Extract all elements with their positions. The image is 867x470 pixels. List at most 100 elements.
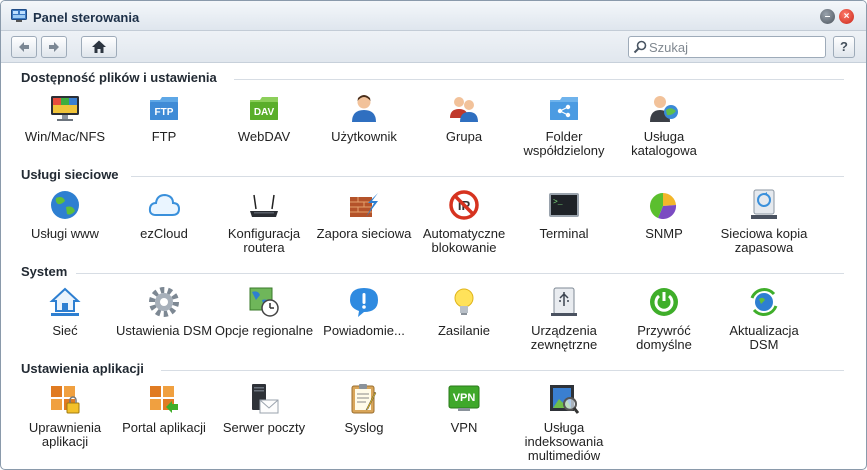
item-label: Win/Mac/NFS xyxy=(24,129,106,144)
item-regional-options[interactable]: Opcje regionalne xyxy=(214,286,314,374)
section-divider xyxy=(161,370,844,371)
item-app-portal[interactable]: Portal aplikacji xyxy=(114,383,214,469)
item-ezcloud[interactable]: ezCloud xyxy=(114,189,214,277)
item-label: Opcje regionalne xyxy=(214,323,314,338)
section-divider xyxy=(234,79,844,80)
back-button[interactable] xyxy=(11,36,37,58)
svg-text:FTP: FTP xyxy=(155,107,174,118)
control-panel-icon xyxy=(11,9,27,22)
item-firewall[interactable]: Zapora sieciowa xyxy=(314,189,414,277)
svg-text:DAV: DAV xyxy=(254,107,275,118)
media-index-icon xyxy=(550,385,580,414)
item-label: WebDAV xyxy=(237,129,291,144)
item-label: Usługa katalogowa xyxy=(631,129,697,158)
section-divider xyxy=(76,273,844,274)
item-router-config[interactable]: Konfiguracja routera xyxy=(214,189,314,277)
item-mail-server[interactable]: Serwer poczty xyxy=(214,383,314,469)
item-dsm-update[interactable]: Aktualizacja DSM xyxy=(714,286,814,374)
minimize-button[interactable]: – xyxy=(820,9,835,24)
block-icon: IP xyxy=(449,190,479,220)
item-network-backup[interactable]: Sieciowa kopia zapasowa xyxy=(714,189,814,277)
item-notifications[interactable]: Powiadomie... xyxy=(314,286,414,374)
svg-text:VPN: VPN xyxy=(453,392,476,404)
item-user[interactable]: Użytkownik xyxy=(314,92,414,180)
item-label: Usługi www xyxy=(31,226,99,241)
item-directory-service[interactable]: Usługa katalogowa xyxy=(614,92,714,180)
window-title: Panel sterowania xyxy=(33,10,140,25)
arrow-left-icon xyxy=(19,42,29,52)
section-title-system: System xyxy=(21,264,68,279)
clipboard-icon xyxy=(351,384,377,414)
app-privileges-icon xyxy=(51,386,80,414)
section-divider xyxy=(131,176,844,177)
item-label: Portal aplikacji xyxy=(122,420,206,435)
item-label: Folder współdzielony xyxy=(523,129,605,158)
search-box[interactable] xyxy=(628,36,826,58)
usb-drive-icon xyxy=(551,287,577,316)
arrow-right-icon xyxy=(49,42,59,52)
section-title-app-settings: Ustawienia aplikacji xyxy=(21,361,144,376)
item-label: Usługa indeksowania multimediów xyxy=(524,420,604,463)
info-bubble-icon xyxy=(350,288,378,317)
network-backup-icon xyxy=(751,189,777,219)
item-label: Ustawienia DSM xyxy=(115,323,213,338)
item-label: SNMP xyxy=(645,226,683,241)
pie-chart-icon xyxy=(650,192,677,220)
item-terminal[interactable]: >_ Terminal xyxy=(514,189,614,277)
firewall-icon xyxy=(350,193,378,217)
title-bar[interactable]: Panel sterowania – × xyxy=(1,1,866,31)
item-ftp[interactable]: FTP FTP xyxy=(114,92,214,180)
item-label: Sieciowa kopia zapasowa xyxy=(720,226,808,255)
item-label: VPN xyxy=(450,420,478,435)
item-label: FTP xyxy=(151,129,177,144)
item-label: Powiadomie... xyxy=(323,323,405,338)
power-reset-icon xyxy=(650,288,678,316)
item-label: Urządzenia zewnętrzne xyxy=(530,323,598,352)
help-button[interactable]: ? xyxy=(833,36,855,58)
item-label: Konfiguracja routera xyxy=(227,226,301,255)
item-label: Terminal xyxy=(539,226,589,241)
close-button[interactable]: × xyxy=(839,9,854,24)
cloud-icon xyxy=(148,193,180,216)
ftp-folder-icon: FTP xyxy=(150,97,178,120)
gear-icon xyxy=(149,287,179,317)
directory-service-icon xyxy=(650,96,678,122)
group-icon xyxy=(450,97,478,122)
control-panel-window: Panel sterowania – × ? xyxy=(0,0,867,470)
router-icon xyxy=(250,194,278,217)
network-home-icon xyxy=(49,287,81,316)
terminal-icon: >_ xyxy=(549,193,579,217)
item-power[interactable]: Zasilanie xyxy=(414,286,514,374)
item-restore-defaults[interactable]: Przywróć domyślne xyxy=(614,286,714,374)
item-webdav[interactable]: DAV WebDAV xyxy=(214,92,314,180)
app-portal-icon xyxy=(150,386,178,413)
toolbar: ? xyxy=(1,31,866,63)
home-icon xyxy=(92,40,106,53)
home-button[interactable] xyxy=(81,36,117,58)
item-shared-folder[interactable]: Folder współdzielony xyxy=(514,92,614,180)
search-icon xyxy=(633,40,647,54)
item-snmp[interactable]: SNMP xyxy=(614,189,714,277)
item-label: Zapora sieciowa xyxy=(316,226,412,241)
shared-folder-icon xyxy=(550,97,578,120)
search-input[interactable] xyxy=(649,39,819,55)
section-title-file-sharing: Dostępność plików i ustawienia xyxy=(21,70,217,85)
item-syslog[interactable]: Syslog xyxy=(314,383,414,469)
forward-button[interactable] xyxy=(41,36,67,58)
item-label: Grupa xyxy=(445,129,483,144)
item-external-devices[interactable]: Urządzenia zewnętrzne xyxy=(514,286,614,374)
item-auto-block[interactable]: IP Automatyczne blokowanie xyxy=(414,189,514,277)
item-app-privileges[interactable]: Uprawnienia aplikacji xyxy=(15,383,115,469)
map-clock-icon xyxy=(249,287,279,317)
item-label: Automatyczne blokowanie xyxy=(422,226,506,255)
item-group[interactable]: Grupa xyxy=(414,92,514,180)
item-vpn[interactable]: VPN VPN xyxy=(414,383,514,469)
update-globe-icon xyxy=(750,288,778,316)
item-label: Uprawnienia aplikacji xyxy=(28,420,102,449)
item-label: Aktualizacja DSM xyxy=(729,323,799,352)
item-label: Zasilanie xyxy=(437,323,491,338)
svg-text:>_: >_ xyxy=(553,198,563,207)
item-media-indexing[interactable]: Usługa indeksowania multimediów xyxy=(514,383,614,469)
mail-server-icon xyxy=(252,384,279,414)
vpn-icon: VPN xyxy=(448,385,480,411)
